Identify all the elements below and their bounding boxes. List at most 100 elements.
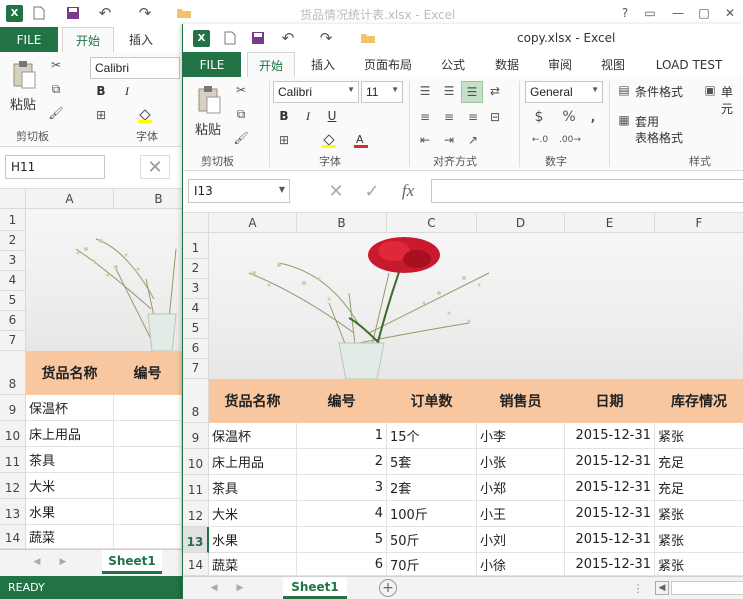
table-cell[interactable]: 小张 [477, 449, 565, 475]
border-icon[interactable]: ⊞ [275, 131, 293, 149]
header-cell[interactable]: 货品名称 [209, 379, 297, 423]
scroll-left-icon[interactable]: ◀ [30, 555, 44, 569]
conditional-format-label[interactable]: 条件格式 [635, 83, 683, 100]
format-painter-icon[interactable]: 🖌 [231, 129, 251, 147]
table-cell[interactable]: 1 [297, 423, 387, 449]
font-name-combo[interactable]: Calibri ▼ [273, 81, 359, 103]
align-top-icon[interactable]: ☰ [415, 81, 435, 101]
column-header[interactable]: A [26, 189, 114, 209]
table-cell[interactable]: 2套 [387, 475, 477, 501]
wrap-icon[interactable]: ⇄ [485, 81, 505, 101]
fill-color-icon[interactable] [136, 106, 154, 124]
copy-icon[interactable]: ⧉ [46, 80, 66, 98]
select-all-corner[interactable] [0, 189, 26, 209]
column-header[interactable]: B [297, 213, 387, 233]
italic-icon[interactable]: I [299, 107, 317, 125]
row-header[interactable]: 1 [183, 233, 209, 259]
tab-insert[interactable]: 插入 [299, 52, 347, 77]
paste-icon[interactable] [193, 83, 225, 117]
table-cell[interactable]: 2015-12-31 [565, 475, 655, 501]
table-cell[interactable]: 2015-12-31 [565, 449, 655, 475]
copy-icon[interactable]: ⧉ [231, 105, 251, 123]
redo-icon[interactable]: ↷ [136, 4, 154, 22]
align-middle-icon[interactable]: ☰ [439, 81, 459, 101]
table-cell[interactable]: 充足 [655, 449, 743, 475]
tab-page-layout[interactable]: 页面布局 [353, 52, 423, 77]
bold-icon[interactable]: B [92, 82, 110, 100]
redo-icon[interactable]: ↷ [317, 29, 335, 47]
row-header[interactable]: 12 [0, 473, 26, 499]
open-folder-icon[interactable] [359, 29, 377, 47]
comma-icon[interactable]: , [583, 107, 603, 127]
help-icon[interactable]: ? [615, 4, 635, 22]
table-cell[interactable]: 大米 [209, 501, 297, 527]
formula-input[interactable] [431, 179, 743, 203]
row-header[interactable]: 8 [0, 351, 26, 395]
align-bottom-icon[interactable]: ☰ [461, 81, 483, 103]
file-tab[interactable]: FILE [0, 27, 58, 52]
row-header[interactable]: 3 [183, 279, 209, 299]
table-cell[interactable]: 2015-12-31 [565, 501, 655, 527]
header-cell[interactable]: 订单数 [387, 379, 477, 423]
percent-icon[interactable]: % [559, 107, 579, 127]
table-cell[interactable]: 2 [297, 449, 387, 475]
conditional-format-icon[interactable]: ▤ [615, 81, 633, 99]
table-format-label-2[interactable]: 表格格式 [635, 129, 683, 146]
italic-icon[interactable]: I [118, 82, 136, 100]
table-cell[interactable]: 2015-12-31 [565, 553, 655, 576]
tab-insert[interactable]: 插入 [118, 27, 164, 52]
table-cell[interactable]: 15个 [387, 423, 477, 449]
number-format-combo[interactable]: General ▼ [525, 81, 603, 103]
align-left-icon[interactable]: ≡ [415, 107, 435, 127]
table-cell[interactable]: 茶具 [26, 447, 114, 473]
row-header[interactable]: 6 [183, 339, 209, 359]
orientation-icon[interactable]: ↗ [463, 131, 483, 149]
row-header[interactable]: 1 [0, 209, 26, 231]
row-header[interactable]: 9 [0, 395, 26, 421]
new-file-icon[interactable] [30, 4, 48, 22]
sheet-options-icon[interactable]: ⋮ [631, 580, 645, 596]
table-cell[interactable] [114, 395, 182, 421]
table-cell[interactable]: 100斤 [387, 501, 477, 527]
horizontal-scrollbar[interactable] [671, 581, 743, 595]
row-header[interactable]: 8 [183, 379, 209, 423]
table-cell[interactable] [114, 525, 182, 549]
table-cell[interactable]: 小王 [477, 501, 565, 527]
decrease-indent-icon[interactable]: ⇤ [415, 131, 435, 149]
add-sheet-icon[interactable]: + [379, 579, 397, 597]
table-cell[interactable]: 床上用品 [209, 449, 297, 475]
enter-icon[interactable]: ✓ [359, 179, 385, 203]
table-cell[interactable]: 紧张 [655, 501, 743, 527]
format-painter-icon[interactable]: 🖌 [46, 104, 66, 122]
header-cell[interactable]: 日期 [565, 379, 655, 423]
cancel-icon[interactable]: ✕ [140, 155, 170, 179]
table-cell[interactable]: 保温杯 [209, 423, 297, 449]
row-header[interactable]: 2 [183, 259, 209, 279]
row-header-active[interactable]: 13 [183, 527, 209, 553]
table-cell[interactable]: 紧张 [655, 527, 743, 553]
increase-decimal-icon[interactable]: ←.0 [529, 131, 551, 149]
maximize-icon[interactable]: □ [694, 4, 714, 22]
sheet-tab[interactable]: Sheet1 [102, 550, 162, 574]
row-header[interactable]: 2 [0, 231, 26, 251]
paste-icon[interactable] [8, 58, 40, 92]
increase-indent-icon[interactable]: ⇥ [439, 131, 459, 149]
fill-color-icon[interactable] [319, 131, 339, 149]
tab-formulas[interactable]: 公式 [431, 52, 475, 77]
column-header[interactable]: D [477, 213, 565, 233]
table-cell[interactable]: 小徐 [477, 553, 565, 576]
table-cell[interactable]: 水果 [209, 527, 297, 553]
border-icon[interactable]: ⊞ [92, 106, 110, 124]
close-icon[interactable]: ✕ [720, 4, 740, 22]
table-cell[interactable]: 蔬菜 [26, 525, 114, 549]
scroll-right-icon[interactable]: ▶ [56, 555, 70, 569]
table-cell[interactable]: 2015-12-31 [565, 527, 655, 553]
front-sheet-grid[interactable]: A B C D E F 1 2 3 4 5 6 7 8 9 10 11 12 1… [183, 213, 743, 576]
back-sheet-grid[interactable]: A B 1 2 3 4 5 6 7 8 9 10 11 12 13 14 货品名… [0, 189, 204, 549]
restore-icon[interactable]: ▭ [640, 4, 660, 22]
header-cell[interactable]: 库存情况 [655, 379, 743, 423]
column-header[interactable]: A [209, 213, 297, 233]
table-cell[interactable]: 茶具 [209, 475, 297, 501]
cancel-icon[interactable]: ✕ [323, 179, 349, 203]
sheet-tab[interactable]: Sheet1 [283, 577, 347, 599]
